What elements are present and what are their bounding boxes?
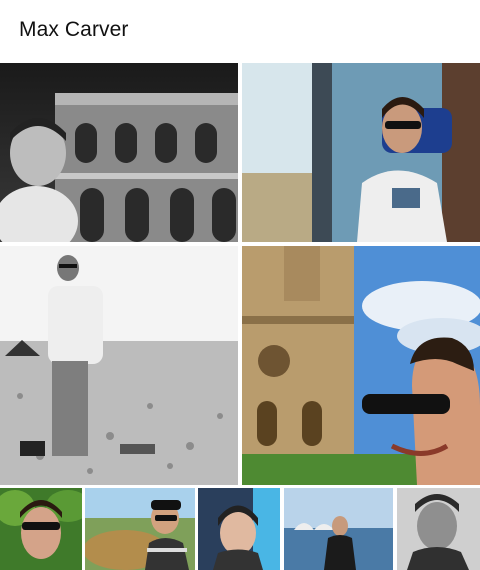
photo-thumb-coast xyxy=(85,488,195,570)
photo-tile-1[interactable] xyxy=(0,63,238,242)
photo-tile-3[interactable] xyxy=(0,246,238,485)
app-header: Max Carver xyxy=(0,0,480,62)
photo-tile-5[interactable] xyxy=(0,488,82,570)
photo-tile-9[interactable] xyxy=(397,488,480,570)
photo-tile-7[interactable] xyxy=(198,488,280,570)
photo-thumb-trees xyxy=(0,488,82,570)
page-title: Max Carver xyxy=(19,18,129,41)
photo-tile-6[interactable] xyxy=(85,488,195,570)
photo-thumb-harbor xyxy=(284,488,393,570)
photo-thumb-bw-portrait xyxy=(397,488,480,570)
photo-tile-4[interactable] xyxy=(242,246,480,485)
photo-tile-2[interactable] xyxy=(242,63,480,242)
photo-train-seat xyxy=(242,63,480,242)
photo-colosseum-selfie xyxy=(0,63,238,242)
photo-beach-bw xyxy=(0,246,238,485)
photo-thumb-beanie xyxy=(198,488,280,570)
photo-tile-8[interactable] xyxy=(284,488,393,570)
photo-notre-dame xyxy=(242,246,480,485)
